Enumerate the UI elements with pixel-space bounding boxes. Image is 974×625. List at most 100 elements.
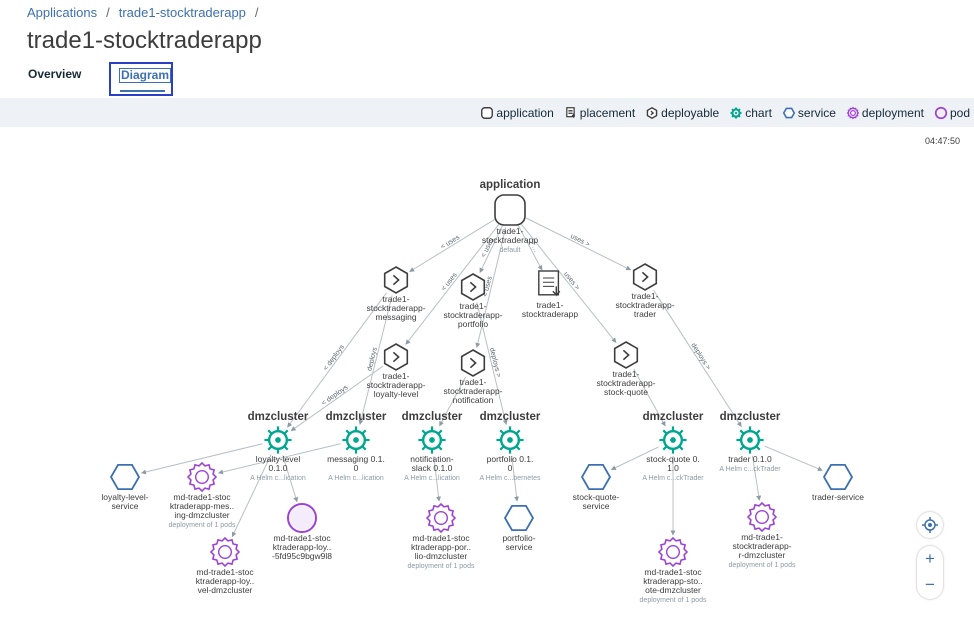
node-sublabel: deployment of 1 pods [169,522,236,529]
placement-icon [538,270,561,297]
node-label: 0 [508,463,513,473]
deployment-node[interactable]: md-trade1-stocktraderapp-mes..ing-dmzclu… [169,461,236,529]
service-icon [580,463,612,491]
node-label: vel-dmzcluster [198,585,253,595]
chart-node[interactable]: dmzclustermessaging 0.1.0A Helm c...lica… [326,411,387,482]
edge-c1-d2 [231,454,272,538]
node-type-label: dmzcluster [720,411,781,423]
edge-trd-c6 [653,290,742,427]
edge-label: uses > [569,233,591,249]
chart-node[interactable]: dmzclusterloyalty-level0.1.0A Helm c...l… [248,411,309,482]
zoom-in-button[interactable]: + [917,546,943,572]
recenter-button[interactable] [917,512,943,538]
edge-label: deploys > [488,347,502,378]
deployment-icon [209,536,241,568]
deployment-node[interactable]: md-trade1-stocktraderapp-r-dmzclusterdep… [729,501,796,569]
node-type-label: application [480,179,541,191]
deployable-icon [383,343,409,371]
node-sublabel: A Helm c...lication [328,475,384,482]
service-icon [503,504,535,531]
edge-label: < deploys [322,343,346,372]
node-sublabel: deployment of 1 pods [408,563,475,570]
deployment-icon [657,536,689,568]
edge-label: < uses [440,271,459,292]
node-type-label: dmzcluster [402,411,463,423]
deployable-icon [613,341,639,369]
deployment-icon [746,501,778,533]
node-label: 1.0 [667,463,679,473]
deployment-node[interactable]: md-trade1-stocktraderapp-loy..vel-dmzclu… [196,536,255,595]
service-icon [822,463,854,491]
node-sublabel: default [499,247,520,254]
node-label: service [583,501,610,511]
zoom-out-button[interactable]: − [917,572,943,598]
deployable-icon [632,263,658,291]
service-node[interactable]: stock-quote-service [573,463,620,511]
node-sublabel: A Helm c...ckTrader [642,475,704,482]
chart-icon [264,426,292,454]
service-node[interactable]: portfolio-service [502,504,536,552]
chart-node[interactable]: dmzclusterportfolio 0.1.0A Helm c...bern… [479,411,541,482]
deployment-icon [186,461,218,493]
node-label: slack 0.1.0 [412,463,453,473]
deployable-node[interactable]: trade1-stocktraderapp-messaging [366,266,426,322]
node-type-label: dmzcluster [248,411,309,423]
node-type-label: dmzcluster [643,411,704,423]
node-label: lio-dmzcluster [415,551,468,561]
node-label: stocktraderapp [482,235,538,245]
chart-node[interactable]: dmzclusterstock-quote 0.1.0A Helm c...ck… [642,411,704,482]
node-label: stock-quote [604,387,648,397]
node-label: service [112,501,139,511]
node-label: notification [453,395,494,405]
node-label: messaging [375,312,416,322]
zoom-controls: + − [917,546,943,599]
edge-label: < deploys [321,384,350,407]
service-icon [109,463,141,491]
node-label: 0 [354,463,359,473]
edge-label: deploys [366,346,379,372]
chart-icon [496,426,524,454]
deployable-node[interactable]: trade1-stocktraderapp-stock-quote [596,341,656,397]
node-sublabel: deployment of 1 pods [640,597,707,604]
node-sublabel: A Helm c...lication [404,475,460,482]
node-label: 0.1.0 [269,463,288,473]
deployable-icon [460,349,486,377]
node-type-label: dmzcluster [326,411,387,423]
node-sublabel: A Helm c...bernetes [479,475,541,482]
pod-icon [287,503,317,533]
node-sublabel: A Helm c...ckTrader [719,466,781,473]
deployable-icon [460,273,486,301]
node-label: portfolio [458,319,489,329]
deployable-icon [383,266,409,294]
service-node[interactable]: trader-service [812,463,864,502]
chart-icon [342,426,370,454]
node-sublabel: A Helm c...lication [250,475,306,482]
node-type-label: dmzcluster [480,411,541,423]
node-label: trader 0.1.0 [728,454,772,464]
topology-diagram: < uses < uses > ...uses >uses >< uses < use… [101,179,864,604]
service-node[interactable]: loyalty-level-service [101,463,149,511]
deployment-icon [425,502,457,534]
application-icon [494,194,526,226]
node-label: ote-dmzcluster [645,585,701,595]
application-node[interactable]: applicationtrade1-stocktraderappdefault [480,179,541,254]
node-label: service [506,542,533,552]
chart-node[interactable]: dmzclusternotification-slack 0.1.0A Helm… [402,411,463,482]
node-label: r-dmzcluster [739,550,786,560]
edge-label: deploys > [689,342,711,371]
node-label: -5fd95c9bgw9l8 [272,551,332,561]
deployable-node[interactable]: trade1-stocktraderapp-trader [615,263,675,319]
chart-node[interactable]: dmzcluster trader 0.1.0 A Helm c...ckTrade… [719,411,781,473]
node-label: loyalty-level [374,389,419,399]
node-sublabel: deployment of 1 pods [729,562,796,569]
chart-icon [736,426,764,454]
node-label: ing-dmzcluster [174,510,229,520]
node-label: trader [634,309,656,319]
deployment-node[interactable]: md-trade1-stocktraderapp-sto..ote-dmzclu… [640,536,707,604]
pod-node[interactable]: md-trade1-stocktraderapp-loy..-5fd95c9bg… [272,503,332,561]
target-icon [922,517,938,533]
node-label: stocktraderapp [522,309,578,319]
chart-icon [659,426,687,454]
node-label: trader-service [812,492,864,502]
deployment-node[interactable]: md-trade1-stocktraderapp-por..lio-dmzclu… [408,502,475,570]
